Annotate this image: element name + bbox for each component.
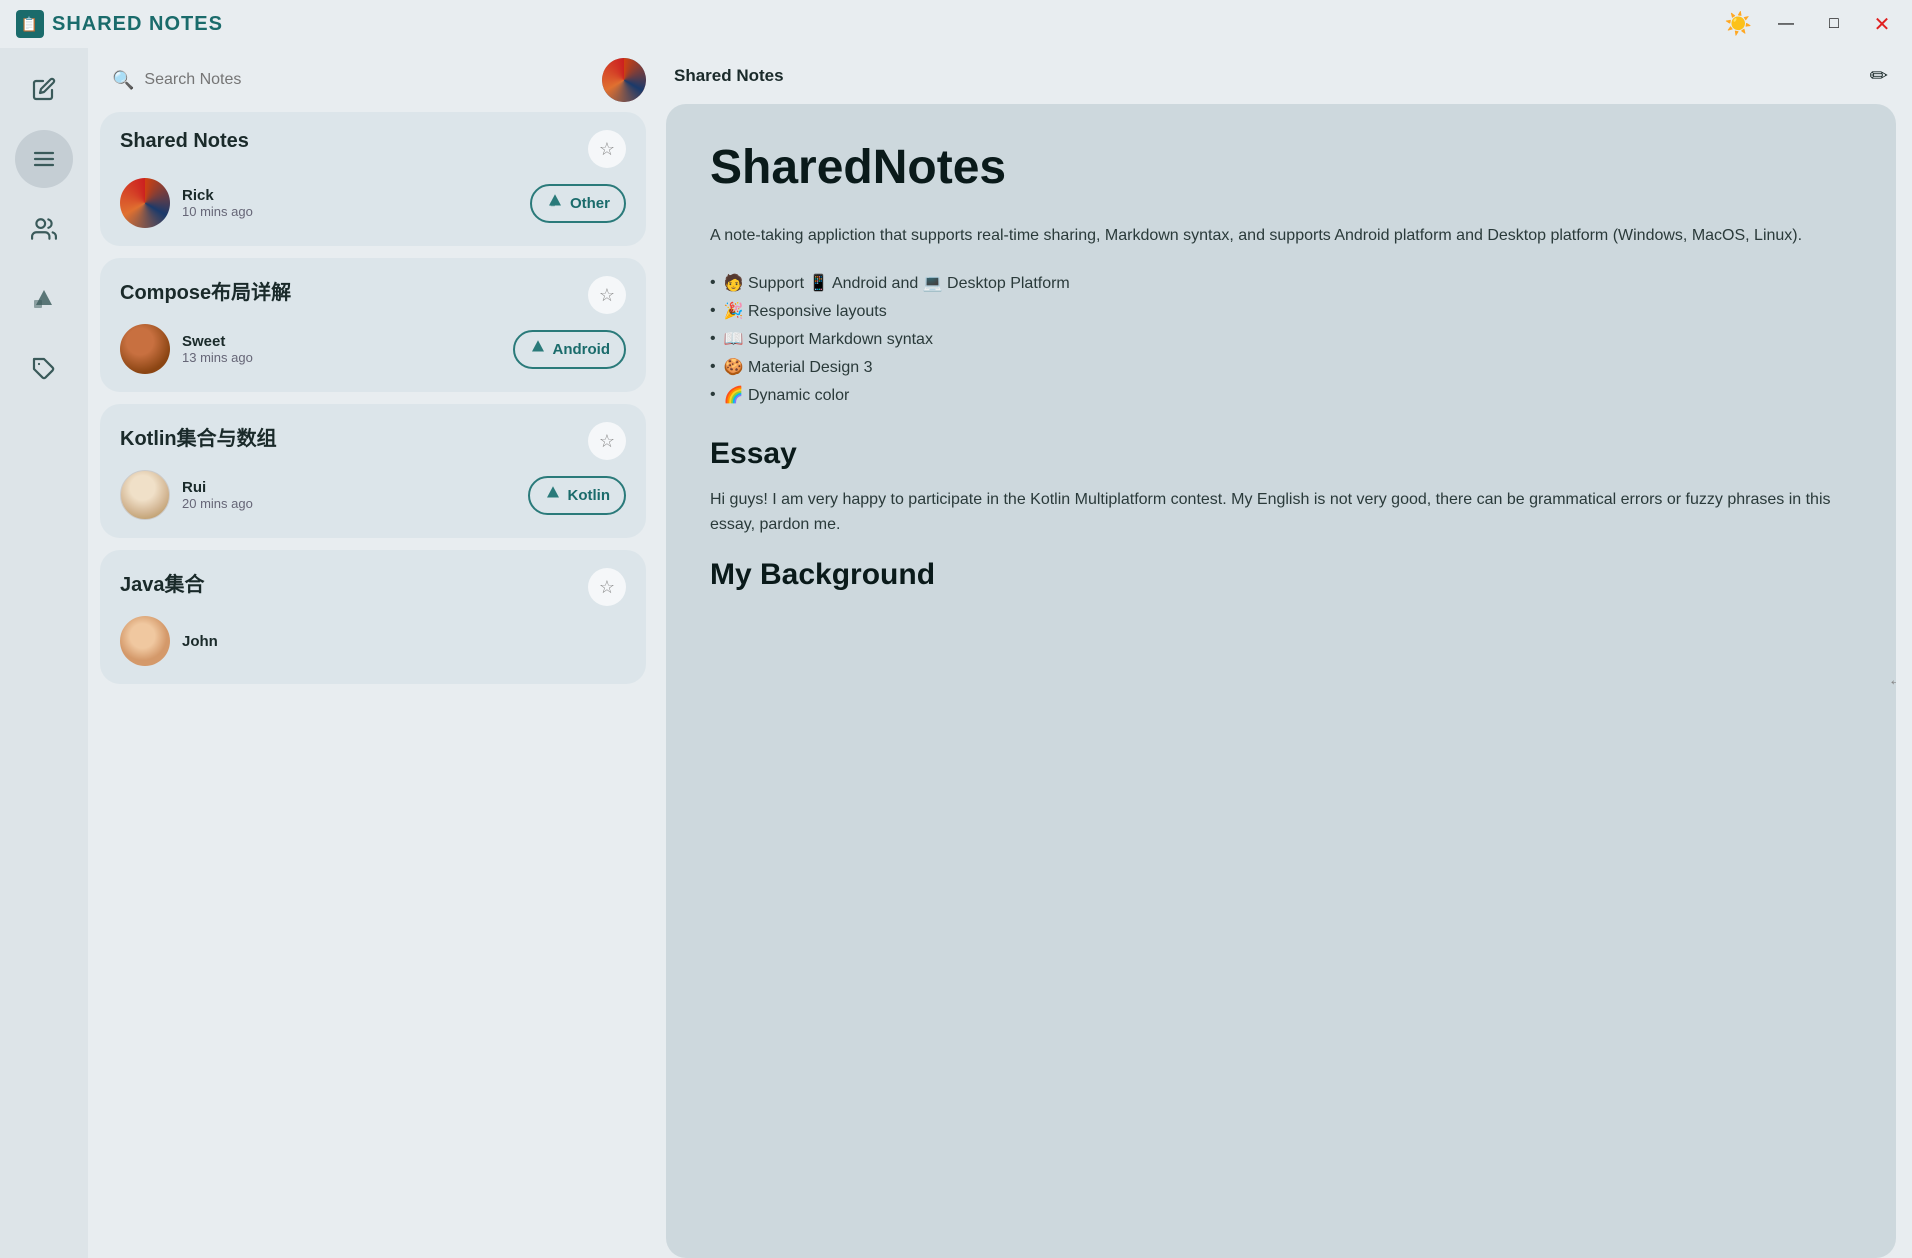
star-button-2[interactable]: ☆ <box>588 276 626 314</box>
theme-icon[interactable]: ☀️ <box>1725 11 1752 37</box>
tag-badge-3[interactable]: Kotlin <box>528 476 627 515</box>
feature-list: 🧑 Support 📱 Android and 💻 Desktop Platfo… <box>710 269 1852 409</box>
content-header: Shared Notes ✏ <box>666 48 1896 104</box>
tag-badge-icon-3 <box>544 484 562 507</box>
author-name-2: Sweet <box>182 333 501 350</box>
sidebar-item-notes[interactable] <box>15 130 73 188</box>
feature-item-3: 📖 Support Markdown syntax <box>710 325 1852 353</box>
sidebar-item-tags[interactable] <box>15 340 73 398</box>
feature-item-5: 🌈 Dynamic color <box>710 381 1852 409</box>
author-avatar-3 <box>120 470 170 520</box>
app-body: 🔍 Shared Notes ☆ Rick 10 mins ago <box>0 48 1912 1258</box>
close-button[interactable]: ✕ <box>1868 10 1896 38</box>
content-main-title: SharedNotes <box>710 140 1852 195</box>
note-title-3: Kotlin集合与数组 <box>120 422 277 451</box>
sidebar-item-edit[interactable] <box>15 60 73 118</box>
note-card-4[interactable]: Java集合 ☆ John <box>100 550 646 684</box>
app-logo: 📋 SHARED NOTES <box>16 10 223 38</box>
app-title: SHARED NOTES <box>52 13 223 36</box>
logo-icon: 📋 <box>16 10 44 38</box>
search-bar: 🔍 <box>100 48 646 112</box>
feature-item-4: 🍪 Material Design 3 <box>710 353 1852 381</box>
note-card-2[interactable]: Compose布局详解 ☆ Sweet 13 mins ago Android <box>100 258 646 392</box>
author-name-4: John <box>182 633 626 650</box>
star-button-4[interactable]: ☆ <box>588 568 626 606</box>
content-header-title: Shared Notes <box>674 66 784 86</box>
note-time-2: 13 mins ago <box>182 350 501 365</box>
search-box[interactable]: 🔍 <box>100 64 592 97</box>
sidebar-item-people[interactable] <box>15 200 73 258</box>
note-time-3: 20 mins ago <box>182 496 516 511</box>
tag-badge-icon-1 <box>546 192 564 215</box>
title-bar: 📋 SHARED NOTES ☀️ — □ ✕ <box>0 0 1912 48</box>
note-card-3[interactable]: Kotlin集合与数组 ☆ Rui 20 mins ago Kotlin <box>100 404 646 538</box>
note-title-2: Compose布局详解 <box>120 276 291 305</box>
star-button-3[interactable]: ☆ <box>588 422 626 460</box>
background-title: My Background <box>710 558 1852 592</box>
author-avatar-4 <box>120 616 170 666</box>
maximize-button[interactable]: □ <box>1820 10 1848 38</box>
star-button-1[interactable]: ☆ <box>588 130 626 168</box>
content-edit-button[interactable]: ✏ <box>1870 63 1888 89</box>
feature-item-2: 🎉 Responsive layouts <box>710 297 1852 325</box>
content-panel: Shared Notes ✏ SharedNotes A note-taking… <box>658 48 1912 1258</box>
author-name-3: Rui <box>182 479 516 496</box>
essay-title: Essay <box>710 437 1852 471</box>
search-input[interactable] <box>144 71 580 89</box>
sidebar <box>0 48 88 1258</box>
user-avatar[interactable] <box>602 58 646 102</box>
search-icon: 🔍 <box>112 70 134 91</box>
minimize-button[interactable]: — <box>1772 10 1800 38</box>
essay-body: Hi guys! I am very happy to participate … <box>710 487 1852 538</box>
author-avatar-2 <box>120 324 170 374</box>
note-card-1[interactable]: Shared Notes ☆ Rick 10 mins ago Ot <box>100 112 646 246</box>
tag-label-2: Android <box>553 341 611 358</box>
note-time-1: 10 mins ago <box>182 204 518 219</box>
tag-badge-icon-2 <box>529 338 547 361</box>
scroll-arrow: ← <box>1888 672 1896 690</box>
note-title-1: Shared Notes <box>120 130 249 153</box>
author-avatar-1 <box>120 178 170 228</box>
feature-item-1: 🧑 Support 📱 Android and 💻 Desktop Platfo… <box>710 269 1852 297</box>
notes-panel: 🔍 Shared Notes ☆ Rick 10 mins ago <box>88 48 658 1258</box>
tag-badge-1[interactable]: Other <box>530 184 626 223</box>
author-name-1: Rick <box>182 187 518 204</box>
content-description: A note-taking appliction that supports r… <box>710 223 1852 249</box>
content-body: SharedNotes A note-taking appliction tha… <box>666 104 1896 1258</box>
tag-label-1: Other <box>570 195 610 212</box>
window-controls: ☀️ — □ ✕ <box>1725 10 1896 38</box>
sidebar-item-shapes[interactable] <box>15 270 73 328</box>
note-title-4: Java集合 <box>120 568 205 597</box>
tag-label-3: Kotlin <box>568 487 611 504</box>
tag-badge-2[interactable]: Android <box>513 330 627 369</box>
